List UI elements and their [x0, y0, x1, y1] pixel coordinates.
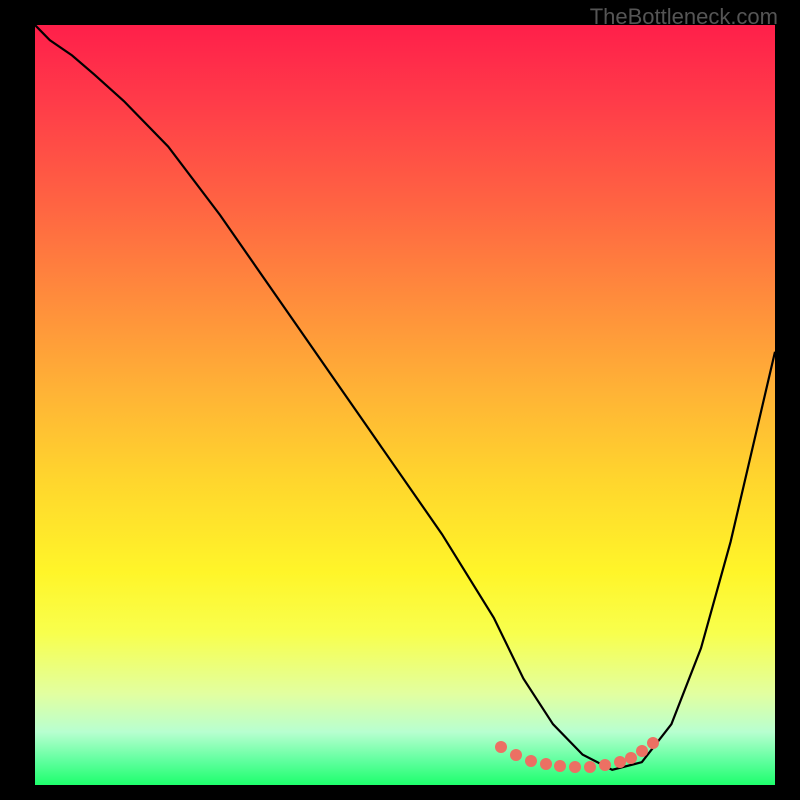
- data-marker: [625, 752, 637, 764]
- data-marker: [569, 761, 581, 773]
- data-marker: [647, 737, 659, 749]
- data-marker: [525, 755, 537, 767]
- data-marker: [599, 759, 611, 771]
- data-marker: [584, 761, 596, 773]
- data-marker: [510, 749, 522, 761]
- marker-group: [35, 25, 775, 785]
- data-marker: [554, 760, 566, 772]
- data-marker: [540, 758, 552, 770]
- chart-container: TheBottleneck.com: [0, 0, 800, 800]
- plot-area: [35, 25, 775, 785]
- data-marker: [636, 745, 648, 757]
- watermark-text: TheBottleneck.com: [590, 4, 778, 30]
- data-marker: [495, 741, 507, 753]
